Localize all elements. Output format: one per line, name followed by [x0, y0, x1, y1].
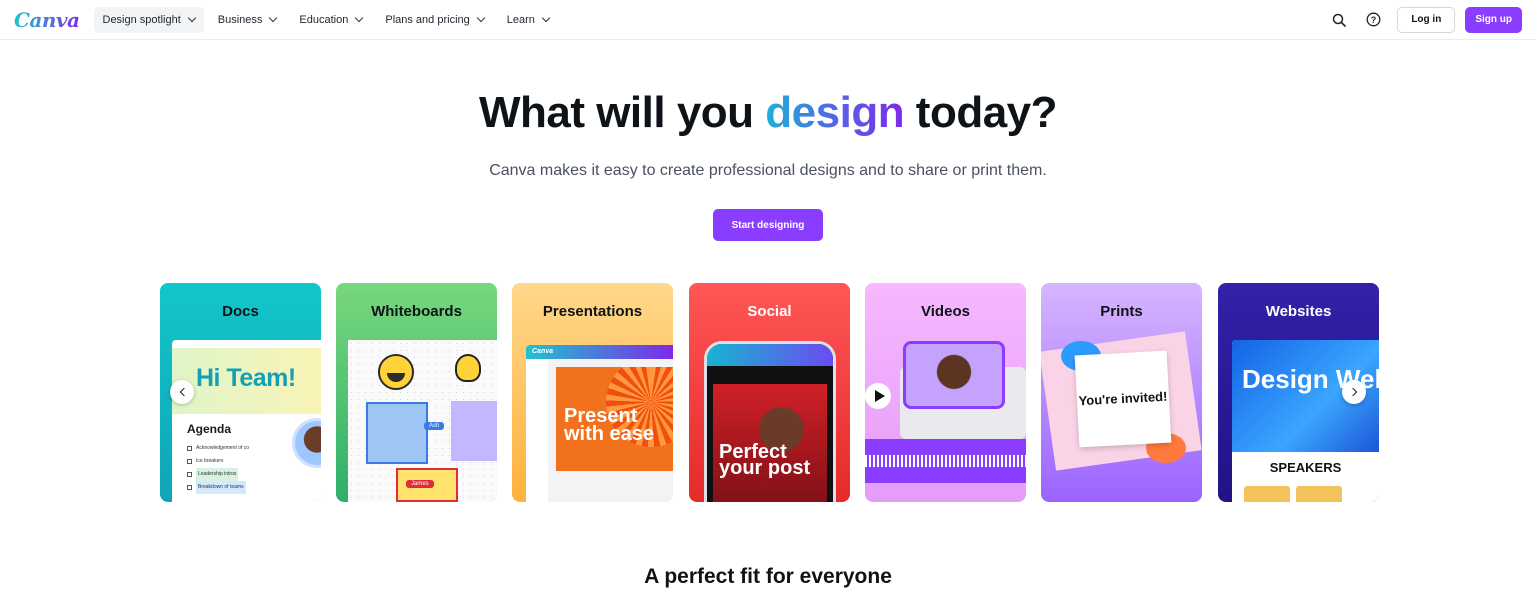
carousel-next-button[interactable]: [1342, 380, 1366, 404]
nav-learn[interactable]: Learn: [498, 7, 558, 33]
video-thumbnail: [903, 341, 1005, 409]
checklist-item: Breakdown of teams: [187, 481, 249, 494]
card-title: Prints: [1100, 303, 1143, 320]
website-preview: Design Websit SPEAKERS: [1232, 340, 1379, 502]
chevron-down-icon: [269, 13, 278, 23]
cursor-tag: James: [406, 480, 434, 488]
editor-sidebar: [526, 359, 548, 502]
docs-heading: Hi Team!: [196, 364, 296, 392]
hero-title-accent: design: [765, 88, 905, 137]
whiteboard-preview: Ash James: [348, 340, 497, 502]
checklist-text: Ice breakers: [196, 458, 224, 464]
chevron-down-icon: [187, 13, 197, 23]
card-title: Whiteboards: [371, 303, 462, 320]
signup-button[interactable]: Sign up: [1465, 6, 1522, 33]
start-designing-button[interactable]: Start designing: [713, 209, 823, 241]
card-title: Social: [747, 303, 792, 320]
chevron-down-icon: [541, 13, 551, 23]
login-button[interactable]: Log in: [1397, 6, 1456, 33]
speaker-thumbnails: [1244, 486, 1342, 502]
hero-subtitle: Canva makes it easy to create profession…: [489, 162, 1047, 179]
editor-bar: Canva: [526, 345, 673, 359]
nav-business[interactable]: Business: [209, 7, 286, 33]
smiley-icon: [378, 354, 414, 390]
video-preview: [865, 341, 1026, 502]
chevron-right-icon: [1348, 387, 1357, 397]
carousel-prev-button[interactable]: [170, 380, 194, 404]
docs-checklist: Acknowledgement of co Ice breakers Leade…: [187, 442, 249, 494]
card-title: Presentations: [542, 303, 643, 320]
card-social[interactable]: Social Perfect your post: [689, 283, 850, 502]
nav-label: Learn: [506, 13, 535, 26]
checkbox-icon: [187, 459, 192, 464]
card-title: Docs: [222, 303, 259, 320]
checklist-text: Acknowledgement of co: [196, 445, 250, 451]
presentation-preview: Canva Present with ease: [526, 345, 673, 502]
nav-label: Business: [217, 13, 263, 26]
top-navigation: Canva Design spotlight Business Educatio…: [0, 0, 1536, 40]
nav-label: Education: [299, 13, 349, 26]
docs-agenda: Agenda: [187, 422, 232, 436]
card-presentations[interactable]: Presentations Canva Present with ease: [512, 283, 673, 502]
chevron-down-icon: [355, 13, 364, 23]
thumbnail: [1296, 486, 1342, 502]
audio-waveform: [865, 439, 1026, 483]
checklist-text: Leadership intros: [196, 468, 239, 481]
phone-preview: Perfect your post: [704, 341, 836, 502]
nav-education[interactable]: Education: [290, 7, 371, 33]
play-icon: [865, 383, 891, 409]
hero-title: What will you design today?: [0, 88, 1536, 138]
chevron-left-icon: [179, 387, 188, 397]
invitation-card: You're invited!: [1074, 350, 1172, 448]
card-whiteboards[interactable]: Whiteboards Ash James: [336, 283, 497, 502]
nav-label: Plans and pricing: [385, 13, 470, 26]
canva-logo[interactable]: Canva: [14, 8, 80, 32]
lightbulb-icon: [455, 354, 481, 382]
help-icon[interactable]: ?: [1363, 10, 1383, 30]
card-title: Videos: [921, 303, 970, 320]
post-text: Perfect your post: [719, 441, 811, 479]
thumbnail: [1244, 486, 1290, 502]
sticky-note-blue: [366, 402, 428, 464]
checkbox-icon: [187, 446, 192, 451]
nav-design-spotlight[interactable]: Design spotlight: [93, 6, 204, 33]
website-section-title: SPEAKERS: [1269, 460, 1342, 475]
slide: Present with ease: [556, 367, 673, 471]
checkbox-icon: [187, 472, 192, 477]
nav-actions: ? Log in Sign up: [1329, 6, 1522, 33]
svg-text:?: ?: [1371, 15, 1377, 25]
waveform-line: [865, 455, 1026, 467]
card-title: Websites: [1265, 303, 1332, 320]
checklist-item: Ice breakers: [187, 455, 249, 468]
cursor-tag: Ash: [424, 422, 445, 430]
nav-plans-and-pricing[interactable]: Plans and pricing: [376, 7, 492, 33]
phone-header: [707, 344, 833, 366]
card-prints[interactable]: Prints You're invited!: [1041, 283, 1202, 502]
checkbox-icon: [187, 485, 192, 490]
chevron-down-icon: [476, 13, 485, 23]
card-videos[interactable]: Videos: [865, 283, 1026, 502]
hero-title-pre: What will you: [478, 88, 766, 137]
search-icon[interactable]: [1329, 10, 1349, 30]
slide-text: Present with ease: [564, 405, 655, 445]
hero-title-post: today?: [904, 88, 1058, 137]
checklist-text: Breakdown of teams: [196, 481, 246, 494]
section-title: A perfect fit for everyone: [644, 565, 892, 588]
sticky-note-purple: [451, 401, 497, 461]
docs-preview: Hi Team! Agenda Acknowledgement of co Ic…: [172, 340, 321, 502]
checklist-item: Acknowledgement of co: [187, 442, 249, 455]
nav-label: Design spotlight: [102, 13, 181, 26]
checklist-item: Leadership intros: [187, 468, 249, 481]
